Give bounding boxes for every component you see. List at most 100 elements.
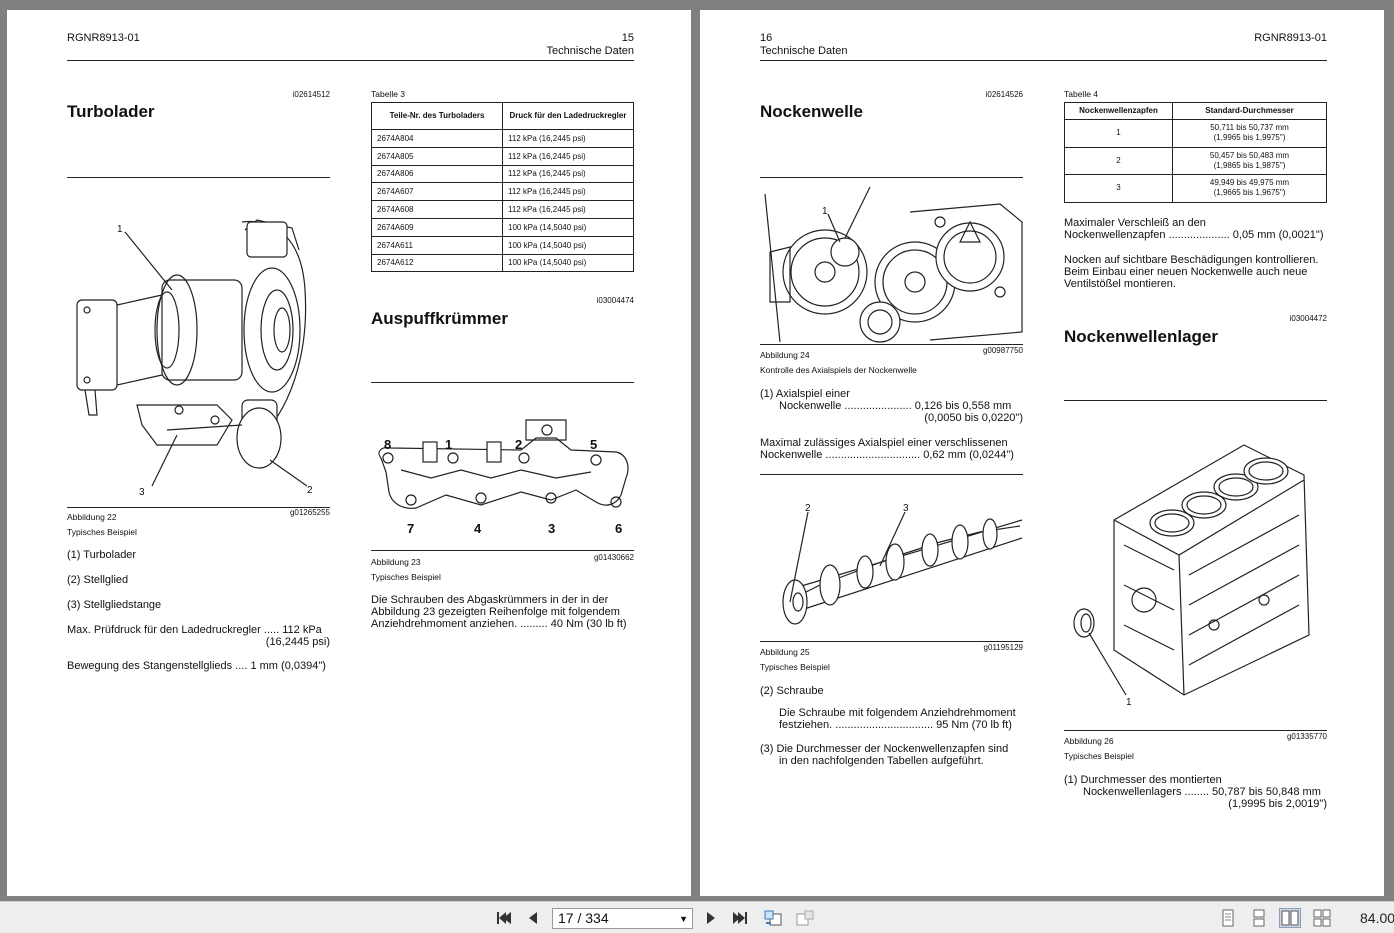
figure-cylinder-block: 1 xyxy=(1073,444,1310,708)
section-title: Technische Daten xyxy=(546,45,634,57)
spec-label: Anziehdrehmoment anziehen. xyxy=(371,618,518,630)
spec-row: Nockenwellenzapfen .................... … xyxy=(1064,229,1327,241)
single-page-view-button[interactable] xyxy=(1217,908,1239,928)
list-item: (3) Stellgliedstange xyxy=(67,599,162,611)
previous-page-icon xyxy=(529,912,537,924)
figure-subcaption: Typisches Beispiel xyxy=(371,572,441,582)
doc-id: RGNR8913-01 xyxy=(67,32,140,44)
spec-label: Bewegung des Stangenstellglieds xyxy=(67,660,233,672)
spec-label: Nockenwelle xyxy=(760,449,823,461)
spec-label: Max. Prüfdruck für den Ladedruckregler xyxy=(67,624,261,636)
spec-test-pressure: Max. Prüfdruck für den Ladedruckregler .… xyxy=(67,624,330,648)
spec-value: 0,05 mm (0,0021") xyxy=(1232,229,1324,241)
paragraph-line: Anziehdrehmoment anziehen. ......... 40 … xyxy=(371,618,634,630)
spec-row: Nockenwellenlagers ........ 50,787 bis 5… xyxy=(1064,786,1327,798)
figure-caption: Abbildung 22 xyxy=(67,512,117,522)
two-page-continuous-icon xyxy=(1313,909,1331,927)
table-row: 2674A612 100 kPa (14,5040 psi) xyxy=(371,253,634,273)
leader-dots: ......... xyxy=(517,618,551,630)
spec-value: 1 mm (0,0394") xyxy=(250,660,326,672)
doc-id: RGNR8913-01 xyxy=(1254,32,1327,44)
pressure-cell: 112 kPa (16,2445 psi) xyxy=(502,129,634,148)
leader-dots: .... xyxy=(232,660,251,672)
diameter-cell: 50,457 bis 50,483 mm (1,9865 bis 1,9875") xyxy=(1172,146,1327,175)
paragraph-line: Die Schrauben des Abgaskrümmers in der i… xyxy=(371,594,609,606)
continuous-view-button[interactable] xyxy=(1248,908,1270,928)
callout-2: 2 xyxy=(515,437,522,452)
last-page-icon xyxy=(733,912,747,924)
paragraph-line: Nocken auf sichtbare Beschädigungen kont… xyxy=(1064,254,1319,266)
figure-caption: Abbildung 26 xyxy=(1064,736,1114,746)
spec-label: (1) Durchmesser des montierten xyxy=(1064,774,1222,786)
two-page-continuous-button[interactable] xyxy=(1311,908,1333,928)
table-journal-diameters: Nockenwellenzapfen Standard-Durchmesser … xyxy=(1064,102,1327,203)
table-row: 3 49,949 bis 49,975 mm (1,9665 bis 1,9675"… xyxy=(1064,174,1327,203)
journal-number-cell: 2 xyxy=(1064,146,1173,175)
last-page-button[interactable] xyxy=(729,908,751,928)
paragraph-line: Ventilstößel montieren. xyxy=(1064,278,1176,290)
callout-6: 6 xyxy=(615,521,622,535)
section-rule xyxy=(760,177,1023,178)
paragraph-line: Beim Einbau einer neuen Nockenwelle auch… xyxy=(1064,266,1308,278)
callout-3: 3 xyxy=(139,487,145,498)
dropdown-arrow-icon[interactable]: ▼ xyxy=(679,910,688,929)
pressure-cell: 100 kPa (14,5040 psi) xyxy=(502,235,634,255)
callout-1: 1 xyxy=(1126,697,1132,708)
diameter-cell: 50,711 bis 50,737 mm (1,9965 bis 1,9975") xyxy=(1172,119,1327,148)
figure-rule xyxy=(760,344,1023,345)
next-page-button[interactable] xyxy=(700,908,722,928)
viewer-toolbar: 17 / 334 ▼ 84.00 xyxy=(0,901,1394,933)
section-rule xyxy=(1064,400,1327,401)
callout-1: 1 xyxy=(445,437,452,452)
leader-dots: ................................ xyxy=(832,719,937,731)
spec-row: Nockenwelle ...................... 0,126… xyxy=(760,400,1023,412)
diameter-inch: (1,9665 bis 1,9675") xyxy=(1213,188,1286,198)
callout-1: 1 xyxy=(822,206,828,217)
header-rule xyxy=(67,60,634,61)
spec-rod-travel: Bewegung des Stangenstellglieds .... 1 m… xyxy=(67,660,330,672)
first-page-button[interactable] xyxy=(493,908,515,928)
table-header: Nockenwellenzapfen xyxy=(1064,102,1173,120)
section-title: Technische Daten xyxy=(760,45,848,57)
list-item: (3) Die Durchmesser der Nockenwellenzapf… xyxy=(760,743,1023,767)
paragraph-line: Die Schraube mit folgendem Anziehdrehmom… xyxy=(779,707,1016,719)
part-number-cell: 2674A805 xyxy=(371,146,503,166)
figure-code: g01335770 xyxy=(1286,732,1327,741)
callout-5: 5 xyxy=(590,437,597,452)
spec-max-axial-play: Maximal zulässiges Axialspiel einer vers… xyxy=(760,437,1023,461)
diameter-inch: (1,9965 bis 1,9975") xyxy=(1213,133,1286,143)
journal-number-cell: 1 xyxy=(1064,119,1173,148)
go-back-view-button[interactable] xyxy=(762,908,784,928)
continuous-page-icon xyxy=(1253,909,1265,927)
heading-nockenwelle: Nockenwelle xyxy=(760,102,863,121)
figure-code: g00987750 xyxy=(982,346,1023,355)
figure-subcaption: Typisches Beispiel xyxy=(760,662,830,672)
figure-subcaption: Typisches Beispiel xyxy=(67,527,137,537)
callout-8: 8 xyxy=(384,437,391,452)
go-forward-view-button[interactable] xyxy=(794,908,816,928)
page-number: 15 xyxy=(621,32,634,44)
page-number: 16 xyxy=(760,32,773,44)
diameter-inch: (1,9865 bis 1,9875") xyxy=(1213,160,1286,170)
spec-bearing-diameter: (1) Durchmesser des montierten Nockenwel… xyxy=(1064,774,1327,810)
table-row: 2674A804 112 kPa (16,2445 psi) xyxy=(371,129,634,148)
figure-exhaust-manifold: 8 1 2 5 7 4 3 6 xyxy=(378,419,629,535)
spec-value: 50,787 bis 50,848 mm xyxy=(1212,786,1321,798)
pressure-cell: 100 kPa (14,5040 psi) xyxy=(502,253,634,273)
diameter-mm: 50,457 bis 50,483 mm xyxy=(1209,150,1290,160)
callout-3: 3 xyxy=(548,521,555,535)
pressure-cell: 112 kPa (16,2445 psi) xyxy=(502,164,634,184)
figure-code: g01195129 xyxy=(983,643,1023,652)
spec-journal-wear: Maximaler Verschleiß an den Nockenwellen… xyxy=(1064,217,1327,241)
table-turbo-pressures: Teile-Nr. des Turboladers Druck für den … xyxy=(371,102,634,273)
figure-caption: Abbildung 23 xyxy=(371,557,421,567)
previous-page-button[interactable] xyxy=(522,908,544,928)
page-number-input[interactable]: 17 / 334 ▼ xyxy=(552,908,693,929)
part-number-cell: 2674A607 xyxy=(371,182,503,202)
figure-camshaft-endplay: 1 xyxy=(764,186,1023,343)
zoom-level[interactable]: 84.00 xyxy=(1360,910,1394,926)
two-page-view-button[interactable] xyxy=(1279,908,1301,928)
paragraph-line: in den nachfolgenden Tabellen aufgeführt… xyxy=(779,755,984,767)
pressure-cell: 112 kPa (16,2445 psi) xyxy=(502,146,634,166)
pressure-cell: 100 kPa (14,5040 psi) xyxy=(502,217,634,237)
